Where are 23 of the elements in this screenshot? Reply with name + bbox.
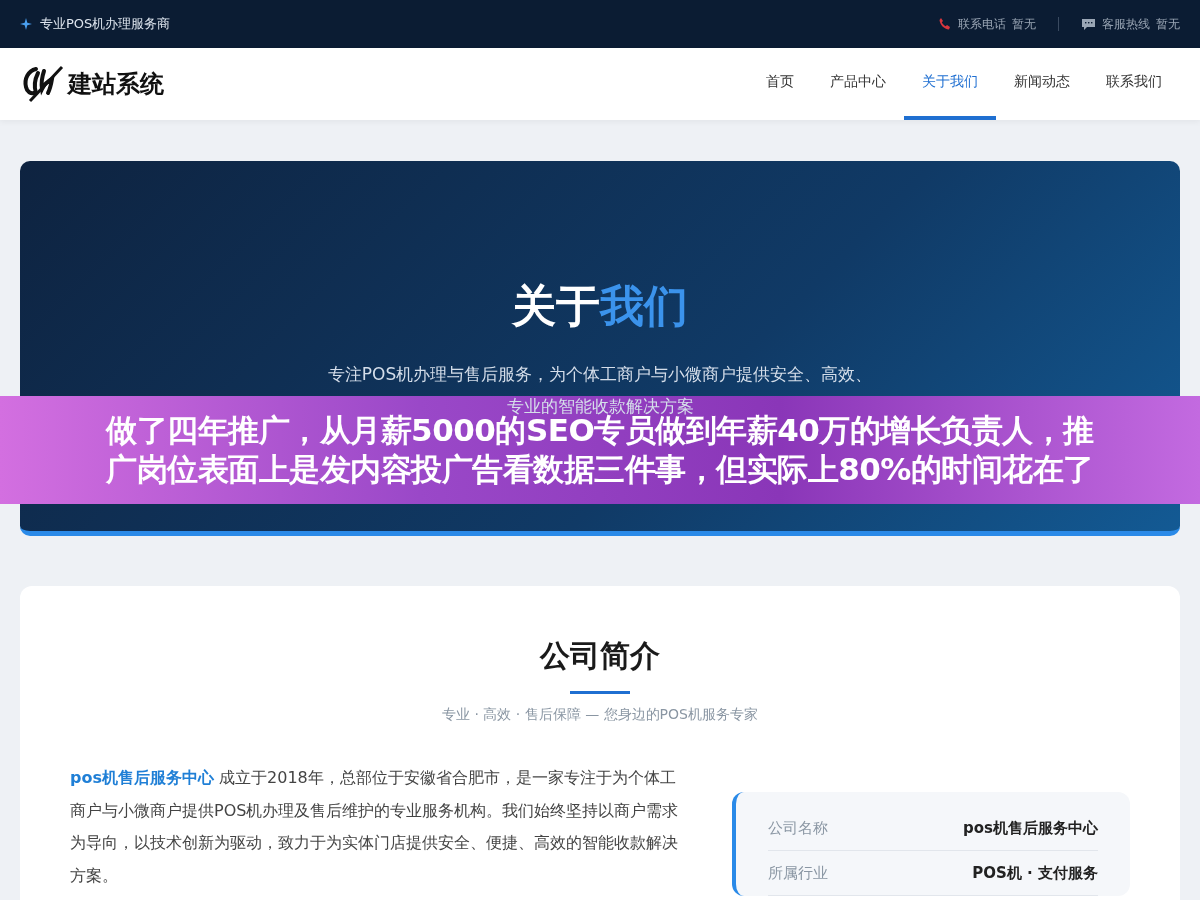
logo-icon: [22, 65, 66, 103]
nav-link[interactable]: 首页: [748, 48, 812, 120]
contact-label: 联系电话: [958, 15, 1006, 33]
section-tagline: 专业 · 高效 · 售后保障 — 您身边的POS机服务专家: [442, 706, 758, 724]
info-label: 公司名称: [768, 818, 828, 838]
nav-link[interactable]: 关于我们: [904, 48, 996, 120]
contact-value: 暂无: [1156, 15, 1180, 33]
contact-label: 客服热线: [1102, 15, 1150, 33]
section-title: 公司简介: [540, 637, 660, 675]
nav-link[interactable]: 产品中心: [812, 48, 904, 120]
chat-bubble-icon: [1081, 17, 1096, 31]
nav-link[interactable]: 新闻动态: [996, 48, 1088, 120]
info-value: POS机 · 支付服务: [972, 863, 1098, 883]
nav-link[interactable]: 联系我们: [1088, 48, 1180, 120]
contact-value: 暂无: [1012, 15, 1036, 33]
hero-title: 关于我们: [512, 278, 688, 333]
info-value: pos机售后服务中心: [963, 818, 1098, 838]
tagline-text: 专业POS机办理服务商: [40, 15, 171, 33]
intro-paragraph: pos机售后服务中心 成立于2018年，总部位于安徽省合肥市，是一家专注于为个体工商户与小微商户提供POS机办理及售后维护的专业服务机构。我们始终坚持以商户需求为导向，以技术创新为驱动，致力于为实体门店提供安全、便捷、高效的智能收款解决方案。: [70, 767, 680, 887]
sparkle-icon: [20, 18, 32, 30]
info-label: 所属行业: [768, 863, 828, 883]
phone-icon: [938, 17, 952, 31]
logo-text: 建站系统: [68, 69, 164, 100]
